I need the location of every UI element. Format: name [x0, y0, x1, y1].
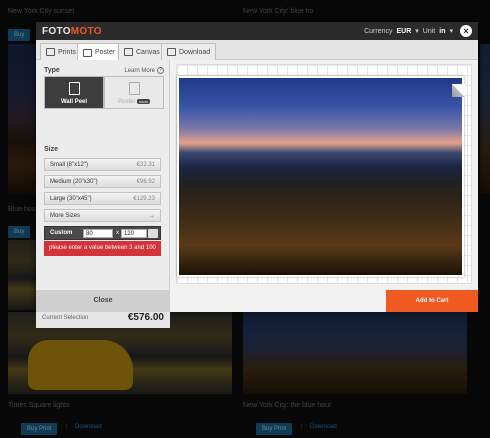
modal-header: FOTOMOTO Currency EUR ▾ Unit in ▾ ×: [36, 22, 478, 40]
product-tabs: Prints Poster Canvas Download: [36, 40, 478, 61]
soon-badge: soon: [137, 98, 150, 104]
more-sizes-button[interactable]: More Sizes →: [44, 209, 161, 222]
unit-label: Unit: [422, 27, 436, 35]
page-curl: [452, 84, 465, 97]
type-option-label: Poster: [118, 99, 136, 105]
unit-select[interactable]: in: [439, 28, 445, 35]
fotomoto-logo: FOTOMOTO: [42, 26, 102, 37]
times-symbol: x: [116, 230, 119, 236]
tab-download[interactable]: Download: [161, 43, 217, 60]
type-option-label: Wall Peel: [60, 99, 88, 105]
size-option-large[interactable]: Large (30"x45") €129.23: [44, 192, 161, 205]
custom-size-row: Custom 80 x 120: [44, 226, 161, 240]
custom-size-error: please enter a value between 3 and 100: [44, 241, 161, 256]
modal-footer: Close Add to Cart: [36, 290, 478, 312]
learn-more-link[interactable]: Learn More?: [124, 67, 164, 74]
size-section-label: Size: [44, 146, 59, 153]
poster-icon: [83, 48, 92, 57]
type-section-label: Type: [44, 67, 60, 74]
currency-label: Currency: [364, 27, 393, 35]
current-selection-label: Current Selection: [42, 315, 89, 321]
help-icon: ?: [157, 67, 164, 74]
current-selection-price: €576.00: [127, 312, 164, 323]
document-icon: [128, 82, 140, 95]
chevron-down-icon[interactable]: ▾: [449, 27, 453, 35]
arrow-right-icon: →: [149, 213, 155, 219]
size-option-small[interactable]: Small (8"x12") €32.31: [44, 158, 161, 171]
chevron-down-icon[interactable]: ▾: [415, 27, 419, 35]
tab-prints[interactable]: Prints: [40, 43, 82, 60]
document-icon: [68, 82, 80, 95]
tab-canvas[interactable]: Canvas: [118, 43, 166, 60]
custom-height-input[interactable]: 120: [121, 229, 147, 238]
printer-icon[interactable]: [148, 229, 158, 238]
custom-width-input[interactable]: 80: [83, 229, 113, 238]
add-to-cart-button[interactable]: Add to Cart: [386, 290, 478, 312]
download-icon: [167, 48, 176, 56]
print-preview: [176, 64, 472, 284]
tab-poster[interactable]: Poster: [77, 43, 122, 61]
type-option-wall-peel[interactable]: Wall Peel: [44, 76, 104, 109]
nyc-night-photo: [179, 78, 462, 275]
options-panel: Type Learn More? Wall Peel Poster soon S…: [36, 60, 170, 328]
custom-label: Custom: [50, 230, 73, 236]
header-settings: Currency EUR ▾ Unit in ▾ ×: [364, 25, 472, 37]
canvas-icon: [124, 48, 133, 56]
prints-icon: [46, 48, 55, 56]
close-button[interactable]: Close: [36, 290, 170, 312]
currency-select[interactable]: EUR: [397, 28, 412, 35]
close-icon[interactable]: ×: [460, 25, 472, 37]
preview-photo: [177, 76, 465, 277]
size-option-medium[interactable]: Medium (20"x30") €96.92: [44, 175, 161, 188]
print-order-modal: FOTOMOTO Currency EUR ▾ Unit in ▾ × Prints…: [36, 22, 478, 328]
type-option-poster[interactable]: Poster soon: [104, 76, 164, 109]
